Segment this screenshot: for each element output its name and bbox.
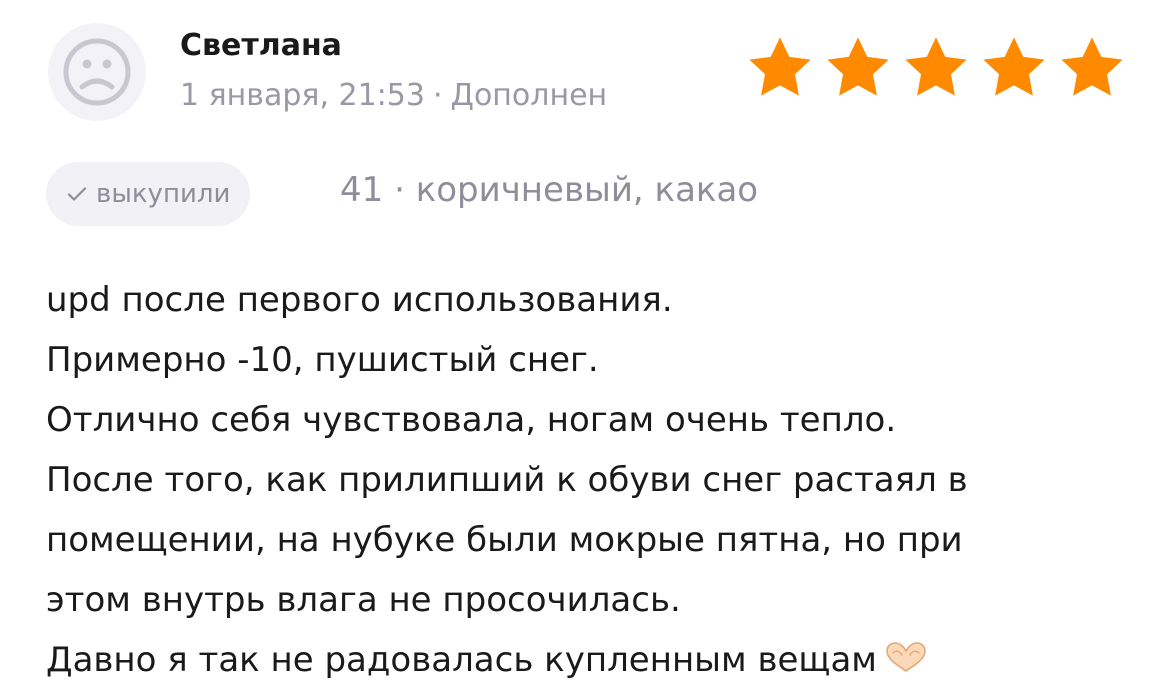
review-text: upd после первого использования. Примерн…	[46, 270, 1146, 690]
variant-separator: ·	[394, 170, 405, 210]
review-text-line: upd после первого использования.	[46, 280, 673, 320]
purchased-badge: выкупили	[46, 162, 251, 226]
star-icon	[827, 37, 889, 96]
star-icon	[1061, 37, 1123, 96]
avatar[interactable]	[48, 23, 146, 121]
review-text-line: Примерно -10, пушистый снег.	[46, 340, 599, 380]
meta-separator: ·	[432, 78, 443, 113]
star-icon	[983, 37, 1045, 96]
review-text-line: Давно я так не радовалась купленным веща…	[46, 640, 877, 680]
star-icon	[749, 37, 811, 96]
check-icon	[67, 187, 87, 201]
review-text-line: После того, как прилипший к обуви снег р…	[46, 460, 968, 500]
review-text-line: помещении, на нубуке были мокрые пятна, …	[46, 520, 963, 560]
star-icon	[905, 37, 967, 96]
review-card: Светлана 1 января, 21:53 · Дополнен выкупи…	[0, 0, 1176, 700]
review-date: 1 января, 21:53	[180, 78, 425, 113]
variant-size: 41	[340, 170, 384, 210]
heart-hands-icon	[886, 642, 926, 672]
review-text-line: этом внутрь влага не просочилась.	[46, 580, 681, 620]
review-meta: 1 января, 21:53 · Дополнен	[180, 78, 607, 113]
sad-face-icon	[63, 38, 131, 106]
variant-color: коричневый, какао	[415, 170, 759, 210]
review-text-last-line: Давно я так не радовалась купленным веща…	[46, 630, 1146, 690]
review-text-line: Отлично себя чувствовала, ногам очень те…	[46, 400, 897, 440]
rating-stars	[744, 32, 1128, 106]
author-name: Светлана	[180, 28, 342, 63]
product-variant: 41 · коричневый, какао	[340, 170, 758, 210]
review-status: Дополнен	[450, 78, 608, 113]
purchased-label: выкупили	[96, 179, 231, 209]
